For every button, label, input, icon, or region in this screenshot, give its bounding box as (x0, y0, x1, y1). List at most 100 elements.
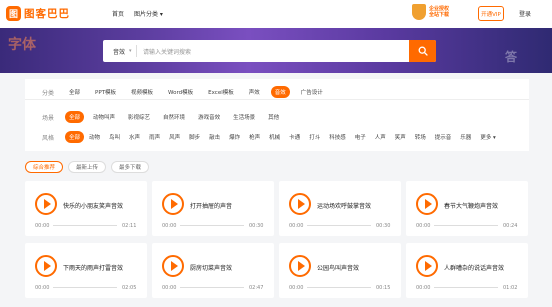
sort-tab-0[interactable]: 综合推荐 (25, 161, 64, 173)
filter-label: 风格 (42, 134, 55, 142)
audio-card[interactable]: 下雨天的雨声打雷音效 00:00 02:05 (25, 243, 147, 298)
current-time: 00:00 (162, 223, 177, 229)
filter-category-0[interactable]: 全部 (65, 86, 84, 98)
duration: 02:47 (249, 285, 264, 291)
progress-bar[interactable] (53, 225, 117, 226)
search-button[interactable] (409, 40, 436, 62)
duration: 00:24 (503, 223, 518, 229)
filter-style-8[interactable]: 爆炸 (225, 131, 244, 143)
audio-title[interactable]: 公园鸟叫声音效 (317, 263, 397, 272)
filter-style-16[interactable]: 笑声 (391, 131, 410, 143)
filter-style-11[interactable]: 卡通 (285, 131, 304, 143)
audio-card[interactable]: 运动场欢呼鼓掌音效 00:00 00:30 (279, 181, 401, 236)
nav-home[interactable]: 首页 (112, 9, 124, 18)
play-icon (170, 199, 178, 209)
filter-style-6[interactable]: 脚步 (185, 131, 204, 143)
filter-style-15[interactable]: 人声 (371, 131, 390, 143)
progress-bar[interactable] (307, 225, 371, 226)
logo-mark: 图 (6, 6, 21, 21)
play-icon (170, 261, 178, 271)
current-time: 00:00 (289, 285, 304, 291)
audio-card[interactable]: 快乐的小朋友笑声音效 00:00 02:11 (25, 181, 147, 236)
filter-scene-0[interactable]: 全部 (65, 111, 85, 123)
play-button[interactable] (289, 193, 311, 215)
filter-scene-6[interactable]: 其他 (264, 111, 283, 123)
nav-categories[interactable]: 图片分类 ▾ (134, 9, 163, 18)
filter-scene-3[interactable]: 自然环境 (159, 111, 189, 123)
filter-style-7[interactable]: 敲击 (205, 131, 224, 143)
filter-style-14[interactable]: 电子 (351, 131, 370, 143)
vip-button[interactable]: 开通VIP (478, 6, 504, 21)
filter-style-3[interactable]: 水声 (125, 131, 144, 143)
play-button[interactable] (35, 193, 57, 215)
enterprise-badge[interactable]: 企业授权 全站下载 (412, 4, 449, 20)
progress-bar[interactable] (434, 225, 498, 226)
filter-style-20[interactable]: 更多 ▾ (476, 131, 500, 143)
filter-style-2[interactable]: 鸟叫 (105, 131, 124, 143)
play-button[interactable] (35, 255, 57, 277)
audio-title[interactable]: 运动场欢呼鼓掌音效 (317, 201, 397, 210)
filter-scene-1[interactable]: 动物叫声 (89, 111, 119, 123)
progress-bar[interactable] (434, 287, 498, 288)
filter-style-19[interactable]: 乐器 (456, 131, 475, 143)
duration: 00:30 (376, 223, 391, 229)
progress-bar[interactable] (53, 287, 117, 288)
filter-style-13[interactable]: 科技感 (325, 131, 350, 143)
audio-title[interactable]: 厨房切菜声音效 (190, 263, 270, 272)
filter-category-4[interactable]: Excel模板 (204, 86, 238, 98)
filter-style-18[interactable]: 提示音 (431, 131, 456, 143)
progress-bar[interactable] (180, 225, 244, 226)
filter-scene-2[interactable]: 影视综艺 (124, 111, 154, 123)
audio-card[interactable]: 厨房切菜声音效 00:00 02:47 (152, 243, 274, 298)
audio-title[interactable]: 打开抽屉的声音 (190, 201, 270, 210)
logo[interactable]: 图 图客巴巴 (6, 6, 70, 21)
audio-title[interactable]: 下雨天的雨声打雷音效 (63, 263, 143, 272)
progress-bar[interactable] (307, 287, 371, 288)
filter-style-0[interactable]: 全部 (65, 131, 85, 143)
filter-category-2[interactable]: 视频模板 (127, 86, 157, 98)
sort-tab-2[interactable]: 最多下载 (111, 161, 150, 173)
play-button[interactable] (162, 193, 184, 215)
filter-style-4[interactable]: 雨声 (145, 131, 164, 143)
filter-category-3[interactable]: Word模板 (164, 86, 197, 98)
audio-card[interactable]: 春节大气鞭炮声音效 00:00 00:24 (406, 181, 528, 236)
audio-card[interactable]: 人群嘈杂的说话声音效 00:00 01:02 (406, 243, 528, 298)
audio-title[interactable]: 人群嘈杂的说话声音效 (444, 263, 524, 272)
play-icon (297, 261, 305, 271)
duration: 02:05 (122, 285, 137, 291)
filter-category-1[interactable]: PPT模板 (91, 86, 120, 98)
filter-style-17[interactable]: 转场 (411, 131, 430, 143)
filter-scene-4[interactable]: 游戏音效 (194, 111, 224, 123)
medal-icon (412, 4, 426, 20)
search-category-select[interactable]: 音效 ▾ (103, 45, 137, 57)
current-time: 00:00 (416, 223, 431, 229)
banner-decoration-left: 字体 (8, 37, 36, 53)
search-input[interactable]: 请输入关键词搜索 (143, 47, 436, 56)
current-time: 00:00 (35, 285, 50, 291)
filter-label: 分类 (42, 89, 55, 97)
play-button[interactable] (416, 193, 438, 215)
main-nav: 首页 图片分类 ▾ (112, 9, 163, 18)
filter-category-5[interactable]: 声效 (245, 86, 264, 98)
filter-category-7[interactable]: 广告设计 (297, 86, 327, 98)
play-icon (43, 261, 51, 271)
audio-card[interactable]: 公园鸟叫声音效 00:00 00:15 (279, 243, 401, 298)
sort-tab-1[interactable]: 最新上传 (68, 161, 107, 173)
filter-category-6[interactable]: 音效 (270, 86, 290, 98)
play-button[interactable] (416, 255, 438, 277)
audio-title[interactable]: 快乐的小朋友笑声音效 (63, 201, 143, 210)
audio-card[interactable]: 打开抽屉的声音 00:00 00:30 (152, 181, 274, 236)
filter-style-10[interactable]: 机械 (265, 131, 284, 143)
filter-style-5[interactable]: 风声 (165, 131, 184, 143)
search-bar: 音效 ▾ 请输入关键词搜索 (103, 40, 436, 62)
filter-scene-5[interactable]: 生活场景 (229, 111, 259, 123)
play-button[interactable] (162, 255, 184, 277)
filter-style-12[interactable]: 打斗 (305, 131, 324, 143)
progress-bar[interactable] (180, 287, 244, 288)
login-link[interactable]: 登录 (519, 9, 531, 18)
filter-style-9[interactable]: 枪声 (245, 131, 264, 143)
audio-title[interactable]: 春节大气鞭炮声音效 (444, 201, 524, 210)
play-button[interactable] (289, 255, 311, 277)
filter-panel: 分类 全部 PPT模板 视频模板 Word模板 Excel模板 声效 音效 广告设计 场景 全… (25, 79, 529, 151)
filter-style-1[interactable]: 动物 (85, 131, 104, 143)
